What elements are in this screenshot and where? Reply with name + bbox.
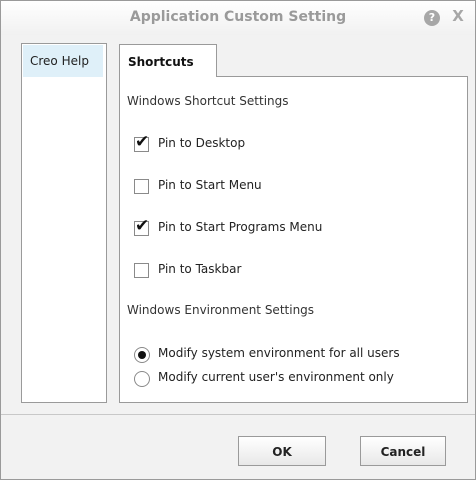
footer-divider <box>1 414 475 415</box>
shortcuts-panel: Windows Shortcut Settings ✔ Pin to Deskt… <box>119 76 468 403</box>
system-env-radio[interactable] <box>134 347 150 363</box>
sidebar: Creo Help <box>21 43 107 403</box>
system-env-label: Modify system environment for all users <box>158 346 400 360</box>
pin-taskbar-checkbox[interactable] <box>134 263 149 278</box>
pin-desktop-option[interactable]: ✔ Pin to Desktop <box>134 132 334 155</box>
tab-shortcuts[interactable]: Shortcuts <box>119 44 217 77</box>
pin-taskbar-label: Pin to Taskbar <box>158 262 242 276</box>
dialog-window: Application Custom Setting ? X Creo Help… <box>0 0 476 480</box>
radio-selected-dot <box>138 351 146 359</box>
tab-label: Shortcuts <box>128 55 194 69</box>
user-env-label: Modify current user's environment only <box>158 370 394 384</box>
sidebar-item-label: Creo Help <box>30 54 89 68</box>
close-icon[interactable]: X <box>451 8 465 24</box>
pin-taskbar-option[interactable]: Pin to Taskbar <box>134 261 334 281</box>
shortcut-section-title: Windows Shortcut Settings <box>127 94 289 108</box>
pin-start-menu-checkbox[interactable] <box>134 179 149 194</box>
ok-button[interactable]: OK <box>238 436 326 466</box>
sidebar-item-creo-help[interactable]: Creo Help <box>23 45 103 77</box>
system-env-option[interactable]: Modify system environment for all users <box>134 345 459 365</box>
pin-start-menu-label: Pin to Start Menu <box>158 178 262 192</box>
pin-desktop-label: Pin to Desktop <box>158 136 246 150</box>
pin-start-programs-label: Pin to Start Programs Menu <box>158 220 323 234</box>
pin-start-menu-option[interactable]: Pin to Start Menu <box>134 177 334 197</box>
dialog-title: Application Custom Setting <box>129 9 347 25</box>
pin-desktop-checkbox[interactable]: ✔ <box>134 132 150 152</box>
check-icon: ✔ <box>135 216 150 236</box>
user-env-radio[interactable] <box>134 371 150 387</box>
pin-start-programs-checkbox[interactable]: ✔ <box>134 216 150 236</box>
help-icon[interactable]: ? <box>424 10 440 26</box>
title-bar: Application Custom Setting ? X <box>1 1 475 35</box>
user-env-option[interactable]: Modify current user's environment only <box>134 369 459 389</box>
environment-section-title: Windows Environment Settings <box>127 303 315 317</box>
pin-start-programs-option[interactable]: ✔ Pin to Start Programs Menu <box>134 216 374 239</box>
check-icon: ✔ <box>135 132 150 152</box>
cancel-button[interactable]: Cancel <box>360 436 446 466</box>
